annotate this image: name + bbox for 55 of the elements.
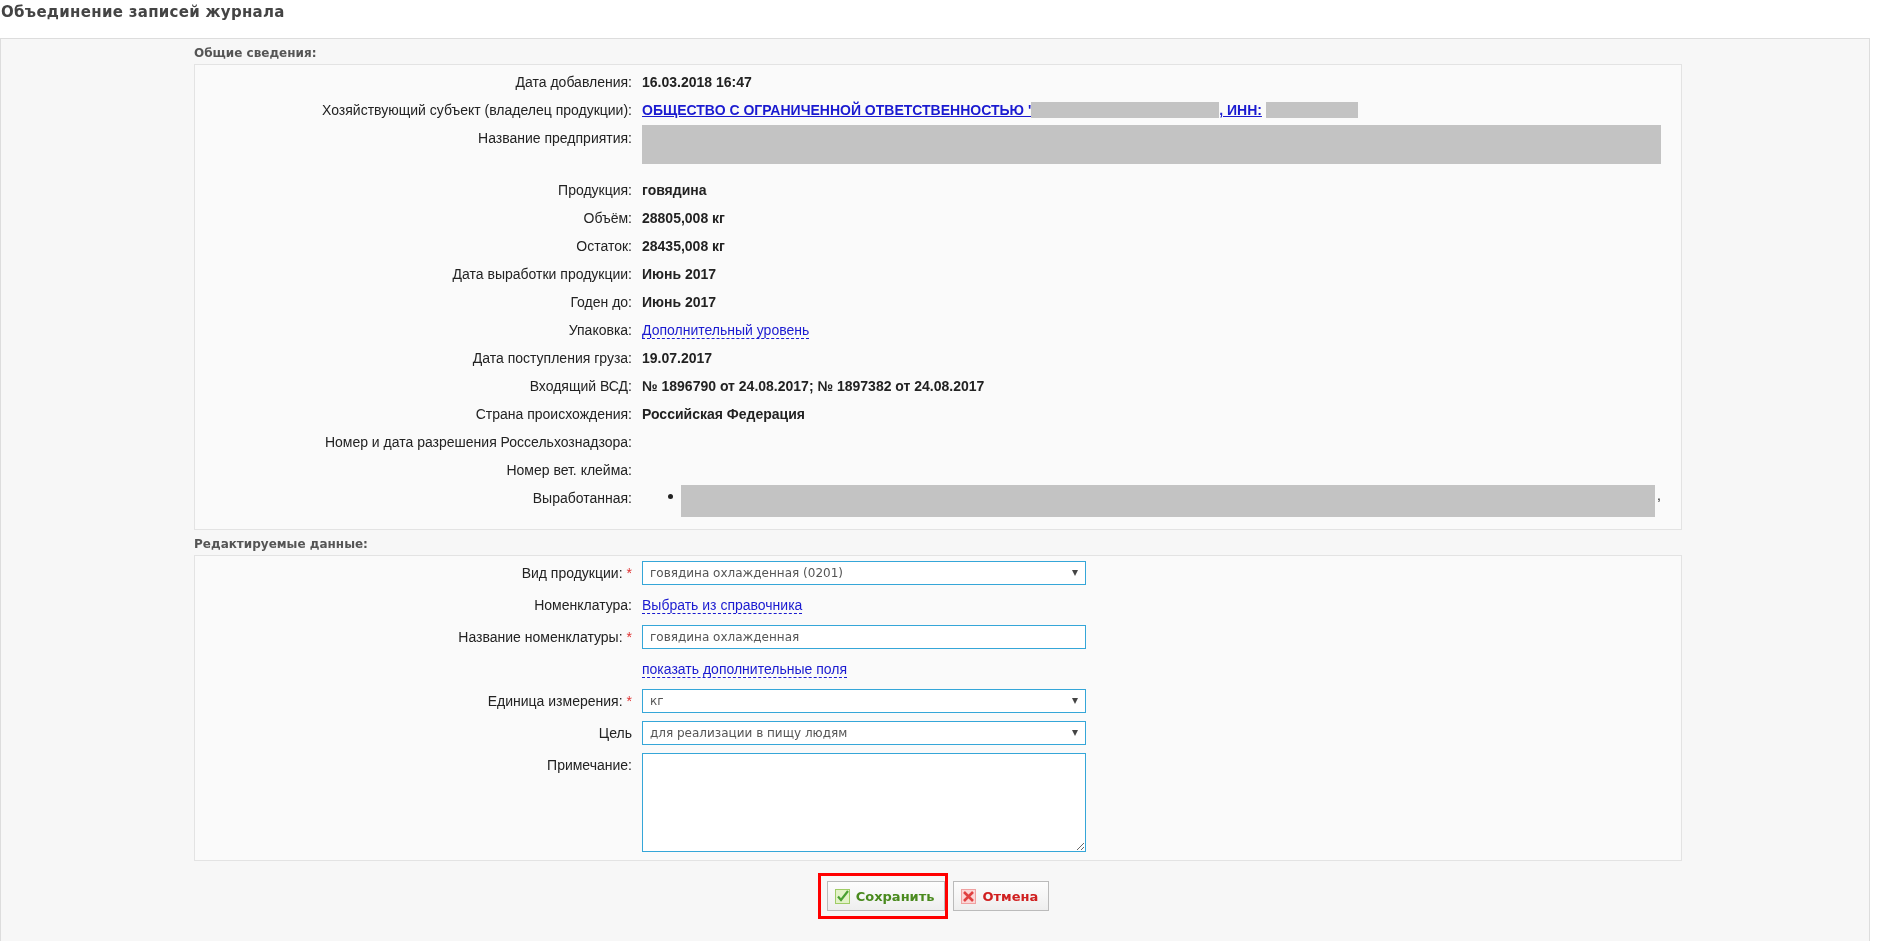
- field-label: Остаток:: [576, 238, 632, 254]
- required-mark: *: [626, 565, 632, 581]
- field-link[interactable]: Дополнительный уровень: [642, 322, 810, 339]
- field-label: Дата добавления:: [515, 74, 632, 90]
- checkmark-icon: [834, 888, 850, 904]
- required-mark: *: [626, 629, 632, 645]
- bullet-icon: [668, 494, 673, 499]
- field-label: Единица измерения:: [487, 693, 623, 709]
- field-label: Вид продукции:: [521, 565, 623, 581]
- select-field[interactable]: говядина охлажденная (0201): [642, 561, 1086, 585]
- list-punctuation: ,: [1657, 487, 1661, 503]
- note-field[interactable]: [642, 753, 1086, 852]
- field-label: Объём:: [583, 210, 632, 226]
- required-mark: *: [626, 693, 632, 709]
- field-value: 16.03.2018 16:47: [642, 74, 752, 90]
- field-label: Упаковка:: [568, 322, 632, 338]
- select-field[interactable]: кг: [642, 689, 1086, 713]
- cancel-button[interactable]: Отмена: [953, 881, 1050, 911]
- field-label: Годен до:: [570, 294, 632, 310]
- field-value: говядина: [642, 182, 707, 198]
- field-label: Номер и дата разрешения Россельхознадзора:: [324, 434, 632, 450]
- select-field[interactable]: для реализации в пищу людям: [642, 721, 1086, 745]
- field-label: Продукция:: [558, 182, 632, 198]
- inn-link[interactable]: , ИНН:: [1219, 102, 1262, 118]
- field-value: 19.07.2017: [642, 350, 713, 366]
- field-label: Дата выработки продукции:: [452, 266, 632, 282]
- owner-link[interactable]: ОБЩЕСТВО С ОГРАНИЧЕННОЙ ОТВЕТСТВЕННОСТЬЮ ': [642, 102, 1032, 118]
- field-value: Июнь 2017: [642, 294, 717, 310]
- field-label: Название предприятия:: [478, 130, 632, 146]
- field-value: 28805,008 кг: [642, 210, 725, 226]
- caret-icon: [1072, 570, 1078, 576]
- field-label: Номенклатура:: [534, 597, 632, 613]
- field-value: Российская Федерация: [642, 406, 805, 422]
- field-value: Июнь 2017: [642, 266, 717, 282]
- field-label: Страна происхождения:: [475, 406, 632, 422]
- input-field[interactable]: говядина охлажденная: [642, 625, 1086, 649]
- action-link[interactable]: показать дополнительные поля: [642, 661, 847, 678]
- field-label: Хозяйствующий субъект (владелец продукции):: [322, 102, 632, 118]
- page-title: Объединение записей журнала: [0, 2, 286, 23]
- field-label: Название номенклатуры:: [458, 629, 623, 645]
- section-heading: Общие сведения:: [194, 45, 318, 62]
- save-button[interactable]: Сохранить: [826, 881, 946, 911]
- caret-icon: [1072, 730, 1078, 736]
- field-label: Выработанная:: [532, 490, 632, 506]
- field-value: № 1896790 от 24.08.2017; № 1897382 от 24.08.2017: [642, 378, 985, 394]
- field-label: Номер вет. клейма:: [506, 462, 632, 478]
- field-label: Примечание:: [547, 757, 632, 773]
- section-heading: Редактируемые данные:: [194, 536, 369, 553]
- field-label: Цель: [598, 725, 632, 741]
- action-link[interactable]: Выбрать из справочника: [642, 597, 803, 614]
- caret-icon: [1072, 698, 1078, 704]
- field-label: Дата поступления груза:: [472, 350, 632, 366]
- field-label: Входящий ВСД:: [529, 378, 632, 394]
- field-value: 28435,008 кг: [642, 238, 725, 254]
- cross-icon: [961, 888, 977, 904]
